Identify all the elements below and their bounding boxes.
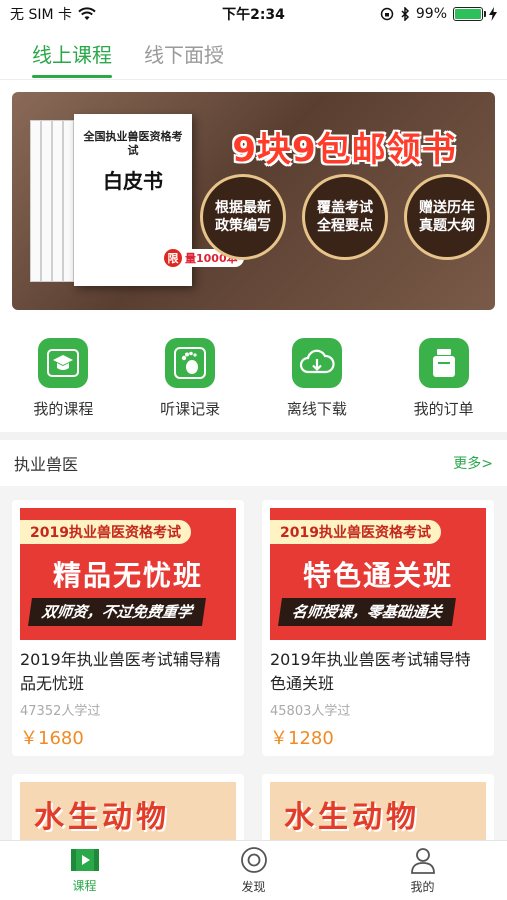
quick-label: 离线下载 xyxy=(286,400,347,418)
thumb-main-title: 水生动物 xyxy=(34,800,170,835)
bottom-nav: 课程 发现 我的 xyxy=(0,840,507,900)
bluetooth-icon xyxy=(401,7,409,21)
target-icon xyxy=(240,847,267,873)
learner-count: 47352人学过 xyxy=(20,704,101,719)
course-price: ￥1280 xyxy=(270,728,334,749)
course-list: 2019执业兽医资格考试 精品无忧班 双师资，不过免费重学 2019年执业兽医考… xyxy=(0,486,507,840)
carrier-label: 无 SIM 卡 xyxy=(10,7,72,23)
top-tabs: 线上课程 线下面授 xyxy=(0,28,507,80)
course-thumbnail: 2019执业兽医资格考试 特色通关班 名师授课，零基础通关 xyxy=(270,508,486,640)
quick-label: 听课记录 xyxy=(160,400,221,418)
banner-feature-list: 根据最新政策编写 覆盖考试全程要点 赠送历年真题大纲 xyxy=(200,174,490,260)
status-bar: 无 SIM 卡 下午2:34 99% xyxy=(0,0,507,28)
quick-actions: 我的课程 听课记录 离线下载 我的订单 xyxy=(0,320,507,432)
order-jar-icon xyxy=(418,338,469,388)
nav-label: 我的 xyxy=(410,880,435,894)
course-card[interactable]: 水生动物 xyxy=(12,774,244,840)
nav-profile[interactable]: 我的 xyxy=(363,846,483,895)
status-left: 无 SIM 卡 xyxy=(10,4,96,24)
thumb-main-title: 精品无忧班 xyxy=(52,559,203,592)
section-title: 执业兽医 xyxy=(14,455,79,474)
nav-label: 发现 xyxy=(241,880,266,894)
battery-fill xyxy=(455,9,481,19)
thumb-top-label: 2019执业兽医资格考试 xyxy=(20,520,191,544)
listening-history-button[interactable]: 听课记录 xyxy=(140,338,240,432)
wifi-icon xyxy=(78,7,96,20)
course-card[interactable]: 水生动物 xyxy=(262,774,494,840)
book-name: 白皮书 xyxy=(103,169,163,193)
book-spine xyxy=(30,120,41,282)
course-thumbnail: 水生动物 xyxy=(20,782,236,840)
course-title: 2019年执业兽医考试辅导特色通关班 xyxy=(270,650,471,693)
book-spine xyxy=(41,120,52,282)
nav-courses[interactable]: 课程 xyxy=(25,847,145,894)
limit-char: 限 xyxy=(164,249,182,267)
battery-icon xyxy=(453,7,486,21)
quick-label: 我的订单 xyxy=(413,400,474,418)
thumb-main-title: 特色通关班 xyxy=(302,559,453,592)
my-courses-button[interactable]: 我的课程 xyxy=(13,338,113,432)
course-thumbnail: 2019执业兽医资格考试 精品无忧班 双师资，不过免费重学 xyxy=(20,508,236,640)
orientation-lock-icon xyxy=(380,7,394,21)
learner-count: 45803人学过 xyxy=(270,704,351,719)
battery-percent: 99% xyxy=(415,6,447,22)
charging-bolt-icon xyxy=(489,7,497,21)
course-price: ￥1680 xyxy=(20,728,84,749)
book-spine xyxy=(52,120,63,282)
graduation-cap-icon xyxy=(38,338,89,388)
course-title: 2019年执业兽医考试辅导精品无忧班 xyxy=(20,650,221,693)
tab-offline-courses[interactable]: 线下面授 xyxy=(144,28,224,80)
status-right: 99% xyxy=(380,6,497,22)
feature-circle: 根据最新政策编写 xyxy=(200,174,286,260)
nav-discover[interactable]: 发现 xyxy=(194,846,314,895)
section-header: 执业兽医 更多> xyxy=(0,440,507,486)
thumb-ribbon: 双师资，不过免费重学 xyxy=(28,598,206,626)
tab-online-courses[interactable]: 线上课程 xyxy=(32,28,112,80)
book-title: 全国执业兽医资格考试 xyxy=(83,130,183,157)
course-thumbnail: 水生动物 xyxy=(270,782,486,840)
play-screen-icon xyxy=(70,849,99,871)
my-orders-button[interactable]: 我的订单 xyxy=(394,338,494,432)
banner-headline: 9块9包邮领书 xyxy=(232,130,457,170)
promo-banner[interactable]: 全国执业兽医资格考试 白皮书 限 量1000本 9块9包邮领书 根据最新政策编写… xyxy=(12,92,495,310)
more-link[interactable]: 更多> xyxy=(453,453,493,473)
feature-circle: 覆盖考试全程要点 xyxy=(302,174,388,260)
thumb-top-label: 2019执业兽医资格考试 xyxy=(270,520,441,544)
nav-label: 课程 xyxy=(72,879,97,893)
course-card[interactable]: 2019执业兽医资格考试 精品无忧班 双师资，不过免费重学 2019年执业兽医考… xyxy=(12,500,244,756)
thumb-main-title: 水生动物 xyxy=(284,800,420,835)
footprint-icon xyxy=(165,338,216,388)
course-card[interactable]: 2019执业兽医资格考试 特色通关班 名师授课，零基础通关 2019年执业兽医考… xyxy=(262,500,494,756)
book-spine xyxy=(63,120,74,282)
feature-circle: 赠送历年真题大纲 xyxy=(404,174,490,260)
offline-download-button[interactable]: 离线下载 xyxy=(267,338,367,432)
cloud-download-icon xyxy=(291,338,342,388)
thumb-ribbon: 名师授课，零基础通关 xyxy=(278,598,456,626)
quick-label: 我的课程 xyxy=(33,400,94,418)
user-icon xyxy=(410,848,435,874)
banner-container: 全国执业兽医资格考试 白皮书 限 量1000本 9块9包邮领书 根据最新政策编写… xyxy=(0,80,507,320)
